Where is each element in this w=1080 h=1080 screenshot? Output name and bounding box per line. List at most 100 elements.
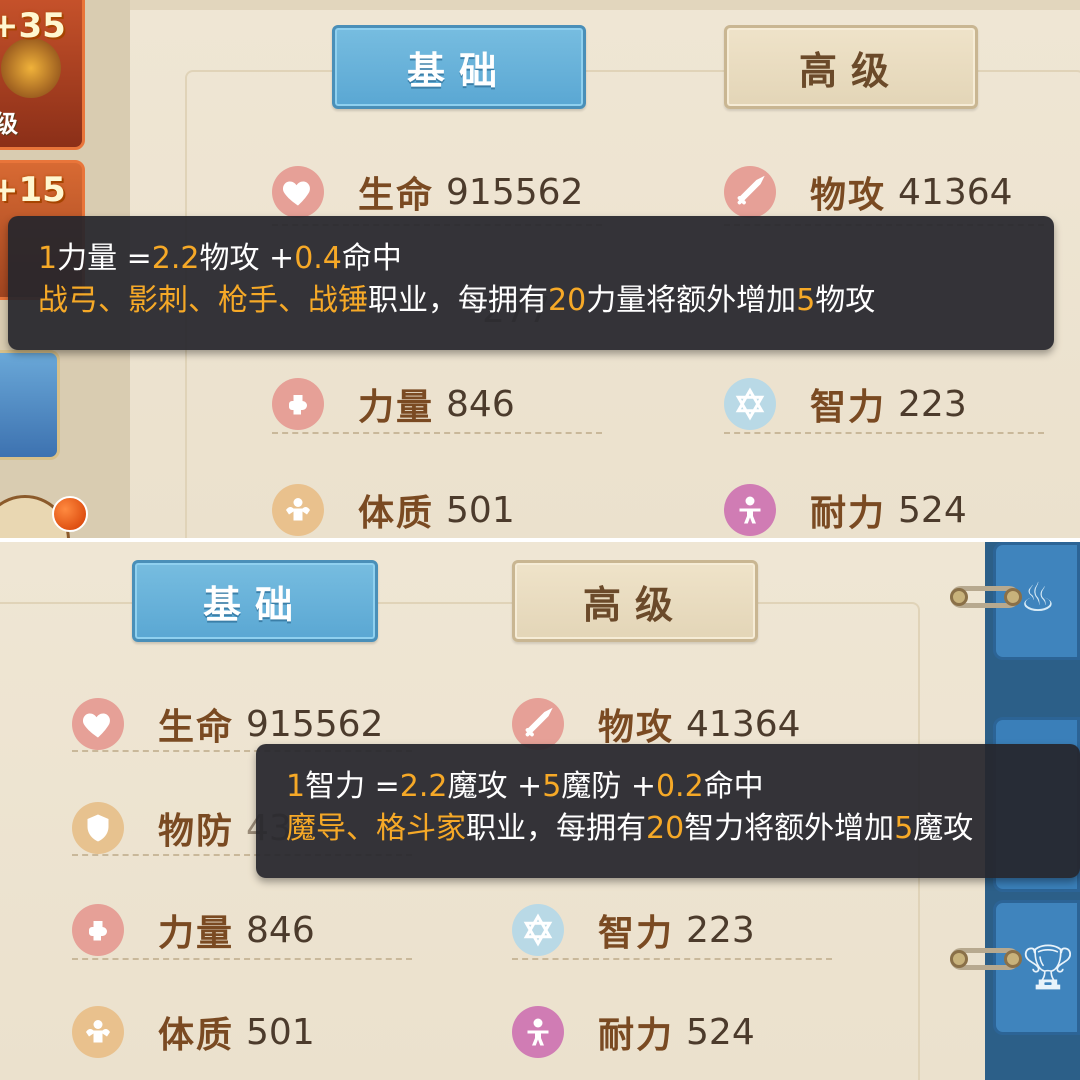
binder-ring-dot [1004, 588, 1022, 606]
trophy-icon: 🏆︎ [1020, 942, 1076, 993]
tooltip-text: 魔防 + [561, 769, 656, 804]
tab-basic-label: 基础 [202, 582, 307, 627]
stat-value: 501 [446, 489, 515, 531]
fist-icon [72, 904, 124, 956]
tooltip-highlight-text: 魔导、格斗家 [286, 811, 466, 846]
muscle-icon [72, 1006, 124, 1058]
stat-value: 501 [246, 1011, 315, 1053]
stat-label: 耐力 [810, 493, 887, 534]
stats-panel-intelligence: ♨ 🏆︎ 基础 高级 生命 915562 物攻 41364 物防 43 [0, 542, 1080, 1080]
stat-intelligence[interactable]: 智力 223 [724, 376, 967, 432]
tooltip-highlight-text: 20 [548, 283, 587, 318]
stat-value: 41364 [686, 703, 801, 745]
star-of-david-icon [512, 904, 564, 956]
tooltip-formula: 1智力 =2.2魔攻 +5魔防 +0.2命中 [286, 766, 1052, 808]
stat-label: 物攻 [810, 175, 887, 216]
fist-icon [272, 378, 324, 430]
stat-value: 223 [898, 383, 967, 425]
shield-icon [72, 802, 124, 854]
binder-ring-dot [950, 588, 968, 606]
tooltip-highlight-text: 战弓、影刺、枪手、战锤 [38, 283, 368, 318]
tab-basic-label: 基础 [406, 48, 511, 93]
tooltip-text: 魔攻 [913, 811, 974, 846]
stat-label: 物防 [158, 811, 235, 852]
tooltip-highlight-text: 2.2 [151, 241, 200, 276]
enhance-level-badge: +15 [0, 170, 66, 210]
tab-advanced[interactable]: 高级 [512, 560, 758, 642]
stat-intelligence[interactable]: 智力 223 [512, 902, 755, 958]
tab-basic[interactable]: 基础 [132, 560, 378, 642]
tooltip-text: 物攻 [815, 283, 876, 318]
intelligence-tooltip: 1智力 =2.2魔攻 +5魔防 +0.2命中 魔导、格斗家职业，每拥有20智力将… [256, 744, 1080, 878]
stat-value: 915562 [246, 703, 384, 745]
stat-strength[interactable]: 力量 846 [72, 902, 315, 958]
tooltip-class-bonus: 战弓、影刺、枪手、战锤职业，每拥有20力量将额外增加5物攻 [38, 280, 1026, 322]
stat-value: 524 [686, 1011, 755, 1053]
tooltip-highlight-text: 2.2 [399, 769, 448, 804]
equipment-slot-3[interactable] [0, 350, 60, 460]
tab-advanced[interactable]: 高级 [724, 25, 978, 109]
tooltip-text: 智力将额外增加 [684, 811, 895, 846]
stat-label: 力量 [158, 913, 235, 954]
stat-strength[interactable]: 力量 846 [272, 376, 515, 432]
stat-label: 生命 [158, 707, 235, 748]
tooltip-highlight-text: 5 [796, 283, 816, 318]
strength-tooltip: 1力量 =2.2物攻 +0.4命中 战弓、影刺、枪手、战锤职业，每拥有20力量将… [8, 216, 1054, 350]
stat-value: 846 [246, 909, 315, 951]
sword-icon [724, 166, 776, 218]
tooltip-text: 力量 = [57, 241, 152, 276]
tooltip-highlight-text: 0.4 [294, 241, 342, 276]
tab-advanced-label: 高级 [582, 582, 687, 627]
stat-label: 生命 [358, 175, 435, 216]
tooltip-highlight-text: 5 [542, 769, 562, 804]
stat-endurance[interactable]: 耐力 524 [512, 1004, 755, 1060]
stat-value: 524 [898, 489, 967, 531]
tooltip-text: 物攻 + [199, 241, 295, 276]
tooltip-formula: 1力量 =2.2物攻 +0.4命中 [38, 238, 1026, 280]
stat-constitution[interactable]: 体质 501 [72, 1004, 315, 1060]
tooltip-text: 命中 [703, 769, 764, 804]
tooltip-text: 职业，每拥有 [466, 811, 646, 846]
tooltip-highlight-text: 5 [894, 811, 914, 846]
muscle-icon [272, 484, 324, 536]
stat-label: 体质 [358, 493, 435, 534]
heart-icon [272, 166, 324, 218]
figure-icon [724, 484, 776, 536]
sword-icon [512, 698, 564, 750]
tooltip-highlight-text: 0.2 [655, 769, 704, 804]
tooltip-class-bonus: 魔导、格斗家职业，每拥有20智力将额外增加5魔攻 [286, 808, 1052, 850]
flame-icon: ♨ [1020, 575, 1056, 621]
stat-value: 846 [446, 383, 515, 425]
tooltip-text: 智力 = [305, 769, 400, 804]
tooltip-text: 命中 [341, 241, 402, 276]
stat-endurance[interactable]: 耐力 524 [724, 482, 967, 538]
stats-panel-strength: +35 级 +15 基础 高级 生命 915562 物攻 41364 277 力… [0, 0, 1080, 538]
stat-label: 智力 [810, 387, 887, 428]
equipment-icon [1, 38, 61, 98]
binder-ring-dot [950, 950, 968, 968]
row-divider [272, 432, 602, 434]
tooltip-highlight-text: 1 [38, 241, 58, 276]
enhance-level-badge: +35 [0, 6, 66, 46]
stat-value: 223 [686, 909, 755, 951]
tooltip-text: 力量将额外增加 [586, 283, 797, 318]
row-divider [72, 958, 412, 960]
stat-label: 耐力 [598, 1015, 675, 1056]
tooltip-highlight-text: 20 [646, 811, 685, 846]
stat-label: 物攻 [598, 707, 675, 748]
figure-icon [512, 1006, 564, 1058]
stat-physical-attack[interactable]: 物攻 41364 [724, 164, 1013, 220]
notification-dot [52, 496, 88, 532]
tab-basic[interactable]: 基础 [332, 25, 586, 109]
level-suffix: 级 [0, 110, 18, 138]
stat-value: 915562 [446, 171, 584, 213]
stat-value: 41364 [898, 171, 1013, 213]
row-divider [512, 958, 832, 960]
tooltip-highlight-text: 1 [286, 769, 306, 804]
heart-icon [72, 698, 124, 750]
row-divider [724, 432, 1044, 434]
stat-hp[interactable]: 生命 915562 [272, 164, 583, 220]
stat-label: 力量 [358, 387, 435, 428]
tab-advanced-label: 高级 [798, 48, 903, 93]
stat-constitution[interactable]: 体质 501 [272, 482, 515, 538]
